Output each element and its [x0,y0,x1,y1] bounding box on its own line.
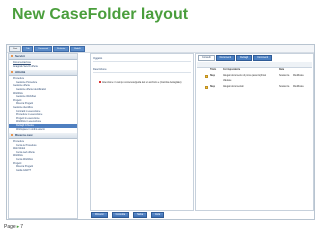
row-description: Valutare [223,80,232,82]
app-window: Start Tab Documenti Richieste Modelli Se… [6,44,315,220]
header-cell-2: Corrispondente [223,69,241,71]
header-cell-3: Data [279,69,284,71]
page-number: 7 [20,224,23,230]
section-header-attivita[interactable]: Attività [9,70,77,77]
tree-ricerca: Procedure Cerca le Procedure Web Modul Cerc… [9,139,77,174]
menu-item-modelli[interactable]: Modelli [70,46,85,52]
row-type: Step [210,86,215,88]
validation-message: Attenzione: il campo contenuto/guida del… [99,81,181,84]
validation-text: Attenzione: il campo contenuto/guida del… [102,81,182,84]
detail-form-panel: Oggetto Descrizione Attenzione: il campo… [90,53,194,211]
menu-item-tab[interactable]: Tab [22,46,34,52]
menu-item-documenti[interactable]: Documenti [34,46,53,52]
task-flag-icon [205,86,208,89]
field-line-descrizione[interactable] [93,72,191,73]
main-menu: Start Tab Documenti Richieste Modelli [9,46,85,52]
tree-attivita: Procedure Gestione Procedure Gestione offe… [9,76,77,133]
right-tabs: Consulti Documenti Dettagli Commenti [198,55,273,61]
action-buttons: Rimuovi Consulta Salva Invia [91,212,165,218]
warning-icon [99,81,101,83]
row-description: Allegati documentali [223,86,244,88]
consult-button[interactable]: Consulta [111,212,130,218]
row-status: Modificata [293,86,304,88]
page-footer: Page▸7 [4,224,23,230]
field-label-oggetto: Oggetto [93,57,103,60]
menu-item-richieste[interactable]: Richieste [53,46,70,52]
sidebar-item[interactable]: Anagrafe Servizi offerte [9,65,77,69]
tab-documenti[interactable]: Documenti [215,55,236,61]
section-header-servizi[interactable]: Servizi [9,54,77,60]
footer-label: Page [4,224,16,230]
top-toolbar: Start Tab Documenti Richieste Modelli [7,45,314,53]
save-button[interactable]: Salva [133,212,148,218]
field-label-descrizione: Descrizione [93,68,107,71]
send-button[interactable]: Invia [151,212,165,218]
table-row[interactable]: Step Allegati documentali Scadenza Modif… [197,85,312,90]
footer-separator: ▸ [16,224,20,230]
tab-commenti[interactable]: Commenti [253,55,273,61]
sidebar-item[interactable]: Guida GANTT [9,169,77,173]
right-list-panel: Consulti Documenti Dettagli Commenti Tit… [195,53,314,211]
tab-consulti[interactable]: Consulti [198,55,215,61]
slide-title: New CaseFolder layout [12,6,189,23]
sidebar-item[interactable]: Workspace in ordini esterni [9,128,77,132]
remove-button[interactable]: Rimuovi [91,212,108,218]
tree-servizi: Documentazione Anagrafe Servizi offerte [9,60,77,70]
field-line-oggetto[interactable] [93,61,191,62]
left-navigation-panel: Servizi Documentazione Anagrafe Servizi o… [8,53,78,219]
task-flag-icon [205,75,208,78]
table-header-row: Titolo Corrispondente Data [197,68,312,73]
row-date: Scadenza [279,86,290,88]
table-row[interactable]: Valutare [197,79,312,84]
section-header-ricerca[interactable]: Ricerca casi [9,133,77,140]
header-cell-1: Titolo [210,69,217,71]
tab-dettagli[interactable]: Dettagli [236,55,253,61]
menu-item-start[interactable]: Start [9,46,22,52]
